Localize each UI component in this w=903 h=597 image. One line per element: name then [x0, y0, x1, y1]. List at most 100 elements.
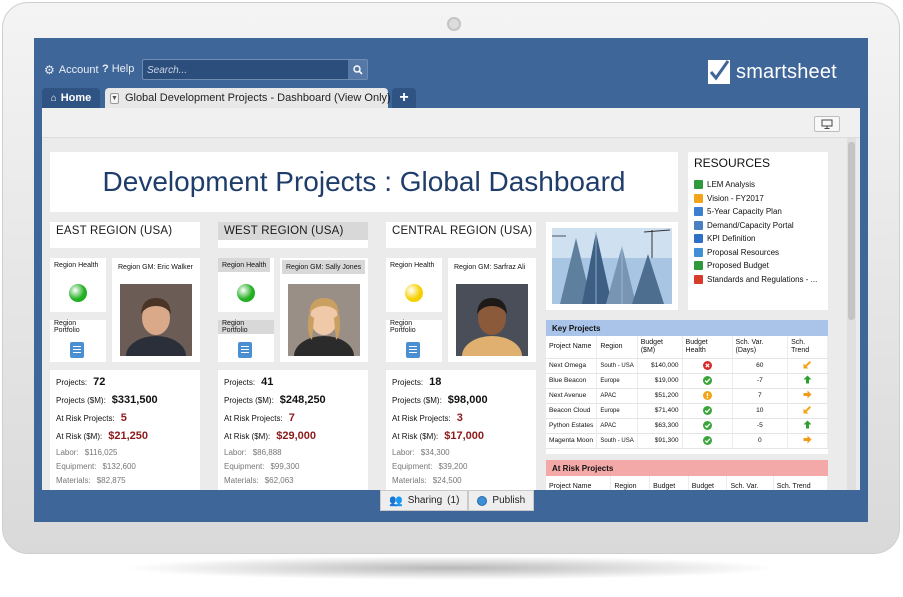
publish-button[interactable]: Publish [468, 490, 535, 511]
region-gm-photo [288, 284, 360, 356]
check-icon [702, 421, 712, 430]
present-button[interactable] [814, 116, 840, 132]
stat-projects: Projects: 18 [392, 376, 530, 394]
stat-at-risk-m: At Risk ($M): $29,000 [224, 430, 362, 448]
resource-link[interactable]: Proposal Resources [694, 246, 822, 260]
people-icon: 👥 [389, 495, 403, 507]
chevron-down-icon[interactable]: ▼ [110, 92, 119, 104]
resource-link[interactable]: Vision - FY2017 [694, 192, 822, 206]
region-portfolio-card[interactable]: Region Portfolio [50, 320, 106, 362]
stat-label: Equipment: [392, 462, 433, 471]
health-status-icon [237, 284, 255, 302]
stat-label: Projects: [392, 378, 424, 387]
stat-value: $98,000 [447, 394, 488, 406]
sharing-button[interactable]: 👥 Sharing (1) [380, 490, 469, 511]
add-tab-button[interactable]: + [392, 88, 416, 108]
region-stats-card: Projects: 18 Projects ($M): $98,000 At Ris… [386, 370, 536, 490]
dashboard-toolbar [42, 108, 860, 138]
tab-home[interactable]: ⌂ Home [42, 88, 100, 108]
resource-label: Standards and Regulations - ... [707, 274, 818, 284]
region-cell: South - USA [596, 433, 638, 449]
stat-label: Labor: [224, 448, 247, 457]
region-gm-photo [456, 284, 528, 356]
resource-link[interactable]: Standards and Regulations - ... [694, 273, 822, 287]
resource-link[interactable]: Demand/Capacity Portal [694, 219, 822, 233]
stat-label: At Risk Projects: [392, 414, 451, 423]
vertical-scrollbar[interactable] [847, 138, 856, 490]
region-gm-label: Region GM: Sally Jones [282, 260, 366, 274]
search-button[interactable] [348, 60, 367, 79]
skyscraper-photo [552, 228, 672, 304]
camera-icon [447, 17, 461, 31]
stat-value: 41 [261, 376, 274, 388]
region-cell: Europe [596, 403, 638, 419]
column-header[interactable]: Budget [688, 476, 728, 490]
folder-icon [694, 247, 703, 257]
table-row[interactable]: Magenta Moon South - USA $91,300 0 [546, 433, 828, 449]
table-row[interactable]: Blue Beacon Europe $19,000 -7 [546, 373, 828, 389]
search-input[interactable] [147, 62, 347, 78]
region-portfolio-card[interactable]: Region Portfolio [386, 320, 442, 362]
stat-at-risk-m: At Risk ($M): $17,000 [392, 430, 530, 448]
column-header[interactable]: Sch. Var. [726, 476, 774, 490]
column-header[interactable]: Sch. Var. (Days) [732, 336, 789, 359]
spreadsheet-icon [694, 180, 703, 190]
budget-cell: $140,000 [637, 358, 683, 374]
column-header[interactable]: Sch. Trend [787, 336, 828, 359]
project-name-cell: Blue Beacon [546, 373, 598, 389]
account-menu[interactable]: ⚙ Account [44, 63, 99, 77]
publish-label: Publish [492, 495, 526, 506]
resource-link[interactable]: KPI Definition [694, 232, 822, 246]
column-header[interactable]: Budget ($M) [637, 336, 683, 359]
region-name: WEST REGION (USA) [218, 222, 368, 240]
stat-label: Projects: [224, 378, 256, 387]
region-health-label: Region Health [386, 258, 439, 272]
stat-at-risk: At Risk Projects: 3 [392, 412, 530, 430]
region-portfolio-label: Region Portfolio [218, 320, 274, 334]
region-name: EAST REGION (USA) [50, 222, 200, 240]
resource-link[interactable]: 5-Year Capacity Plan [694, 205, 822, 219]
stat-value: $34,300 [420, 448, 450, 457]
stat-value: $24,500 [432, 476, 462, 485]
region-health-card: Region Health [50, 258, 106, 312]
stat-label: Materials: [392, 476, 427, 485]
smartsheet-logo: smartsheet [708, 60, 837, 84]
budget-health-cell [682, 403, 733, 419]
check-icon [702, 436, 712, 445]
stat-at-risk: At Risk Projects: 5 [56, 412, 194, 430]
resource-link[interactable]: Proposed Budget [694, 259, 822, 273]
scrollbar-thumb[interactable] [848, 142, 855, 320]
region-portfolio-card[interactable]: Region Portfolio [218, 320, 274, 362]
region-health-label: Region Health [50, 258, 103, 272]
tab-dashboard[interactable]: ▼ Global Development Projects - Dashboar… [105, 88, 405, 108]
stat-value: $29,000 [276, 430, 316, 442]
column-header[interactable]: Project Name [546, 336, 598, 359]
document-icon [694, 207, 703, 217]
region-cell: South - USA [596, 358, 638, 374]
stat-label: At Risk ($M): [224, 432, 271, 441]
table-row[interactable]: Next Omega South - USA $140,000 60 [546, 358, 828, 374]
stat-value: $17,000 [444, 430, 484, 442]
budget-cell: $51,200 [637, 388, 683, 404]
sharing-count: (1) [447, 495, 460, 506]
region-gm-label: Region GM: Sarfraz Ali [450, 260, 530, 274]
column-header[interactable]: Budget [649, 476, 689, 490]
table-row[interactable]: Beacon Cloud Europe $71,400 10 [546, 403, 828, 419]
column-header[interactable]: Project Name [546, 476, 612, 490]
table-row[interactable]: Python Estates APAC $63,300 -5 [546, 418, 828, 434]
help-menu[interactable]: ? Help [102, 63, 134, 75]
column-header[interactable]: Region [610, 476, 651, 490]
resource-label: KPI Definition [707, 234, 756, 244]
region-health-card: Region Health [218, 258, 274, 312]
stat-value: 18 [429, 376, 442, 388]
region-stats-card: Projects: 41 Projects ($M): $248,250 At Ri… [218, 370, 368, 490]
health-status-icon [69, 284, 87, 302]
column-header[interactable]: Budget Health [682, 336, 733, 359]
table-row[interactable]: Next Avenue APAC $51,200 7 [546, 388, 828, 404]
column-header[interactable]: Region [596, 336, 638, 359]
resources-list: LEM Analysis Vision - FY2017 5-Year Capaci… [694, 178, 822, 286]
column-header[interactable]: Sch. Trend [773, 476, 828, 490]
region-gm-label: Region GM: Eric Walker [114, 260, 197, 274]
resource-link[interactable]: LEM Analysis [694, 178, 822, 192]
stat-materials: Materials: $24,500 [392, 476, 530, 490]
